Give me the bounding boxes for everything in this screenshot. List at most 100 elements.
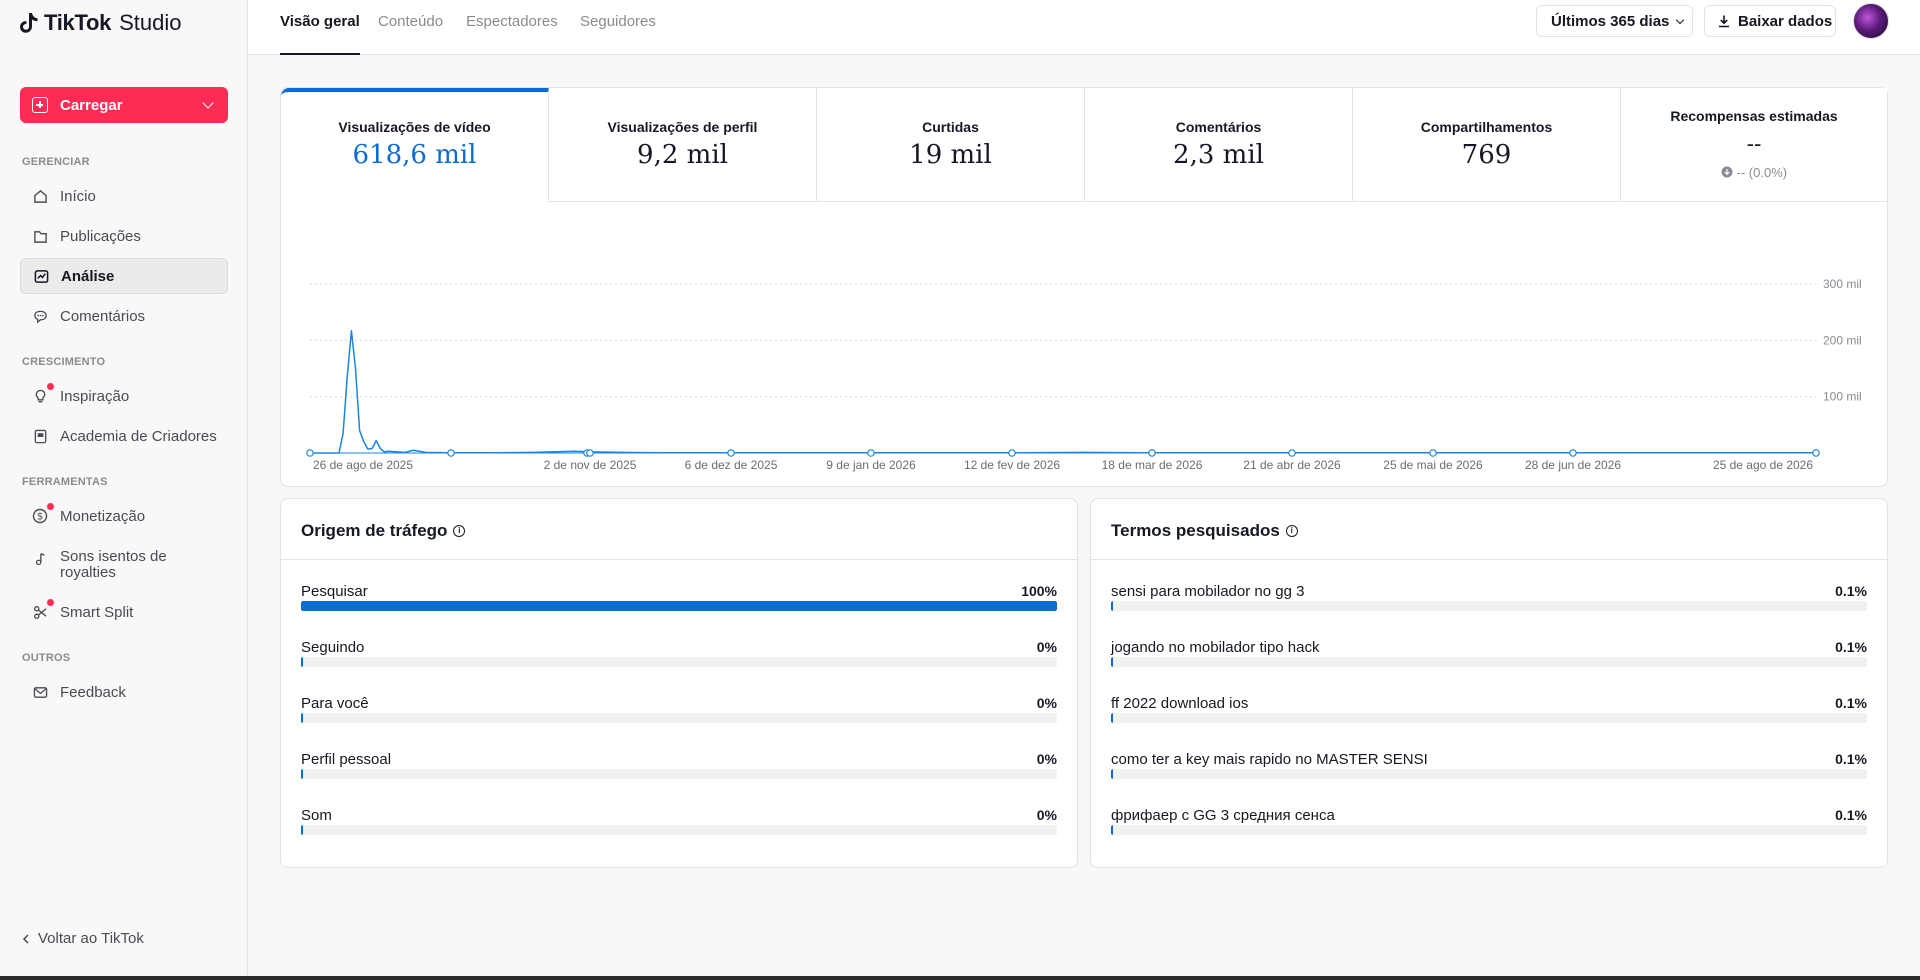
search-term-row: фрифаер с GG 3 средния сенса 0.1% [1111, 807, 1867, 847]
metric-label: Visualizações de perfil [607, 119, 758, 135]
sidebar-item-label: Análise [61, 267, 115, 285]
x-tick-label: 26 de ago de 2025 [313, 458, 413, 472]
search-term-label: ff 2022 download ios [1111, 695, 1249, 712]
x-tick-label: 12 de fev de 2026 [964, 458, 1060, 472]
traffic-source-row: Seguindo 0% [301, 639, 1057, 679]
progress-track [301, 657, 1057, 667]
bottom-edge [0, 976, 1920, 980]
data-point [447, 449, 455, 457]
academy-icon [32, 428, 48, 444]
progress-track [1111, 769, 1867, 779]
chevron-down-icon[interactable] [202, 97, 214, 109]
search-term-row: como ter a key mais rapido no MASTER SEN… [1111, 751, 1867, 791]
metric-change-label: -- (0.0%) [1736, 165, 1788, 180]
sidebar-item-academy[interactable]: Academia de Criadores [20, 418, 228, 454]
metric-video-views[interactable]: Visualizações de vídeo 618,6 mil [281, 88, 549, 202]
x-tick-label: 9 de jan de 2026 [826, 458, 916, 472]
metric-likes[interactable]: Curtidas 19 mil [817, 88, 1085, 202]
plus-square-icon [32, 97, 48, 113]
metric-estimated-rewards[interactable]: Recompensas estimadas -- -- (0.0%) [1621, 88, 1887, 202]
x-tick-label: 2 de nov de 2025 [544, 458, 637, 472]
divider [1091, 559, 1887, 560]
scissors-icon [32, 599, 54, 620]
sidebar-item-royalty-free-sounds[interactable]: Sons isentos de royalties [20, 546, 228, 586]
tiktok-logo-icon [20, 13, 38, 33]
date-range-label: Últimos 365 dias [1551, 12, 1670, 30]
info-icon[interactable]: i [453, 525, 466, 537]
upload-button[interactable]: Carregar [20, 87, 228, 123]
sidebar-item-label: Academia de Criadores [60, 427, 217, 445]
sidebar-item-label: Smart Split [60, 603, 134, 621]
data-point [867, 449, 875, 457]
download-data-button[interactable]: Baixar dados [1704, 5, 1836, 37]
progress-fill [301, 825, 303, 835]
sidebar-item-inspiration[interactable]: Inspiração [20, 378, 228, 414]
tab-viewers[interactable]: Espectadores [466, 13, 558, 55]
info-icon[interactable]: i [1285, 525, 1298, 537]
x-tick-label: 6 de dez de 2025 [685, 458, 778, 472]
progress-track [1111, 657, 1867, 667]
notification-dot [47, 599, 54, 606]
metric-profile-views[interactable]: Visualizações de perfil 9,2 mil [549, 88, 817, 202]
sidebar-item-label: Sons isentos de royalties [60, 548, 167, 581]
music-note-icon [32, 551, 48, 567]
back-to-tiktok-link[interactable]: Voltar ao TikTok [22, 930, 144, 947]
y-tick-label: 100 mil [1823, 390, 1862, 404]
x-tick-label: 21 de abr de 2026 [1243, 458, 1341, 472]
traffic-source-label: Para você [301, 695, 369, 712]
tab-content[interactable]: Conteúdo [378, 13, 443, 55]
metric-label: Visualizações de vídeo [338, 119, 491, 135]
traffic-source-row: Som 0% [301, 807, 1057, 847]
search-term-percent: 0.1% [1835, 807, 1867, 823]
sidebar-item-label: Monetização [60, 507, 146, 525]
logo-product: Studio [119, 10, 182, 35]
metric-label: Compartilhamentos [1420, 119, 1553, 135]
traffic-source-percent: 0% [1036, 695, 1057, 711]
progress-track [301, 713, 1057, 723]
lightbulb-icon [32, 383, 54, 404]
metric-value: 9,2 mil [637, 140, 728, 170]
video-views-line-chart[interactable]: 300 mil 200 mil 100 mil 26 de ago de 2025 2 … [281, 202, 1887, 486]
progress-track [1111, 601, 1867, 611]
search-term-percent: 0.1% [1835, 583, 1867, 599]
sidebar-item-home[interactable]: Início [20, 178, 228, 214]
date-range-dropdown[interactable]: Últimos 365 dias [1536, 5, 1693, 37]
sidebar-item-analytics[interactable]: Análise [20, 258, 228, 294]
tab-followers[interactable]: Seguidores [580, 13, 656, 55]
sidebar-item-label: Inspiração [60, 387, 130, 405]
metric-label: Curtidas [922, 119, 979, 135]
search-terms-card: Termos pesquisados i sensi para mobilado… [1090, 498, 1888, 868]
data-point [1812, 449, 1820, 457]
arrow-down-circle-icon [1721, 166, 1733, 178]
progress-track [301, 825, 1057, 835]
section-label-tools: FERRAMENTAS [22, 476, 108, 488]
search-term-row: jogando no mobilador tipo hack 0.1% [1111, 639, 1867, 679]
sidebar-item-posts[interactable]: Publicações [20, 218, 228, 254]
search-term-label: sensi para mobilador no gg 3 [1111, 583, 1305, 600]
x-tick-label: 28 de jun de 2026 [1525, 458, 1621, 472]
home-icon [32, 188, 48, 204]
download-label: Baixar dados [1738, 12, 1833, 30]
tiktok-studio-logo[interactable]: TikTok Studio [20, 8, 181, 38]
progress-fill [1111, 769, 1113, 779]
sidebar-item-feedback[interactable]: Feedback [20, 674, 228, 710]
traffic-source-card: Origem de tráfego i Pesquisar 100% Seguind… [280, 498, 1078, 868]
metric-shares[interactable]: Compartilhamentos 769 [1353, 88, 1621, 202]
sidebar-item-label: Feedback [60, 683, 126, 701]
traffic-source-row: Pesquisar 100% [301, 583, 1057, 623]
traffic-source-label: Seguindo [301, 639, 365, 656]
progress-fill [301, 601, 1057, 611]
download-icon [1719, 15, 1729, 28]
metric-comments[interactable]: Comentários 2,3 mil [1085, 88, 1353, 202]
traffic-source-percent: 100% [1021, 583, 1057, 599]
traffic-source-label: Som [301, 807, 332, 824]
search-term-label: фрифаер с GG 3 средния сенса [1111, 807, 1335, 824]
sidebar-item-comments[interactable]: Comentários [20, 298, 228, 334]
tab-overview[interactable]: Visão geral [280, 13, 360, 55]
sidebar-item-smart-split[interactable]: Smart Split [20, 594, 228, 630]
sidebar-item-monetization[interactable]: $ Monetização [20, 498, 228, 534]
chevron-down-icon [1676, 15, 1685, 24]
traffic-title-text: Origem de tráfego [301, 521, 448, 540]
terms-title-text: Termos pesquisados [1111, 521, 1280, 540]
avatar[interactable] [1853, 3, 1889, 39]
